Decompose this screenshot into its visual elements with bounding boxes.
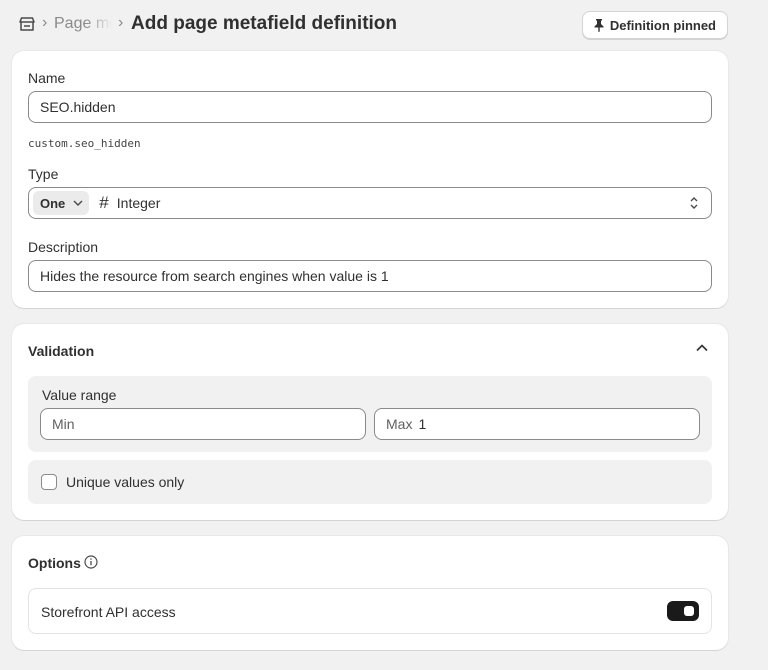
pin-icon xyxy=(594,19,604,32)
max-prefix: Max xyxy=(386,416,413,432)
integer-type-icon: # xyxy=(99,193,109,212)
options-card: Options Storefront API access xyxy=(12,536,728,650)
storefront-access-toggle[interactable] xyxy=(667,601,699,621)
max-input[interactable]: Max 1 xyxy=(374,408,700,440)
validation-title: Validation xyxy=(28,343,95,359)
cardinality-select[interactable]: One xyxy=(33,191,90,215)
min-prefix: Min xyxy=(52,416,75,432)
unique-values-label[interactable]: Unique values only xyxy=(66,474,184,490)
max-value: 1 xyxy=(418,416,427,432)
cardinality-value: One xyxy=(40,195,66,211)
min-input[interactable]: Min xyxy=(40,408,366,440)
toggle-knob xyxy=(684,606,694,616)
value-range-section: Value range Min Max 1 xyxy=(28,376,712,452)
page-header: › Page metafield definitions › Add page … xyxy=(18,10,728,40)
select-arrows-icon xyxy=(690,197,698,209)
validation-card: Validation Value range Min Max 1 Unique … xyxy=(12,324,728,520)
namespace-key: custom.seo_hidden xyxy=(28,137,141,150)
unique-values-checkbox[interactable] xyxy=(41,474,57,490)
page-title: Add page metafield definition xyxy=(131,13,398,34)
definition-card: Name SEO.hidden custom.seo_hidden Type O… xyxy=(12,51,728,308)
info-icon[interactable] xyxy=(84,555,98,569)
pin-button-label: Definition pinned xyxy=(609,17,716,33)
unique-values-option: Unique values only xyxy=(28,460,712,504)
chevron-up-icon[interactable] xyxy=(696,344,708,352)
value-range-label: Value range xyxy=(42,387,117,403)
name-label: Name xyxy=(28,70,66,86)
type-select[interactable]: One # Integer xyxy=(28,187,712,219)
description-label: Description xyxy=(28,239,99,255)
description-field-value: Hides the resource from search engines w… xyxy=(40,268,389,284)
breadcrumb-link[interactable]: Page metafield definitions xyxy=(54,15,112,33)
store-icon[interactable] xyxy=(18,16,36,32)
description-field[interactable]: Hides the resource from search engines w… xyxy=(28,260,712,292)
chevron-down-icon xyxy=(73,200,83,206)
breadcrumb-separator: › xyxy=(118,14,124,31)
storefront-access-label: Storefront API access xyxy=(41,604,176,620)
name-field-value: SEO.hidden xyxy=(40,99,116,115)
options-title: Options xyxy=(28,555,81,571)
name-field[interactable]: SEO.hidden xyxy=(28,91,712,123)
type-value: Integer xyxy=(116,195,161,211)
type-label: Type xyxy=(28,166,59,182)
definition-pinned-button[interactable]: Definition pinned xyxy=(581,11,728,39)
storefront-access-row: Storefront API access xyxy=(28,588,712,634)
breadcrumb-separator: › xyxy=(42,14,48,31)
